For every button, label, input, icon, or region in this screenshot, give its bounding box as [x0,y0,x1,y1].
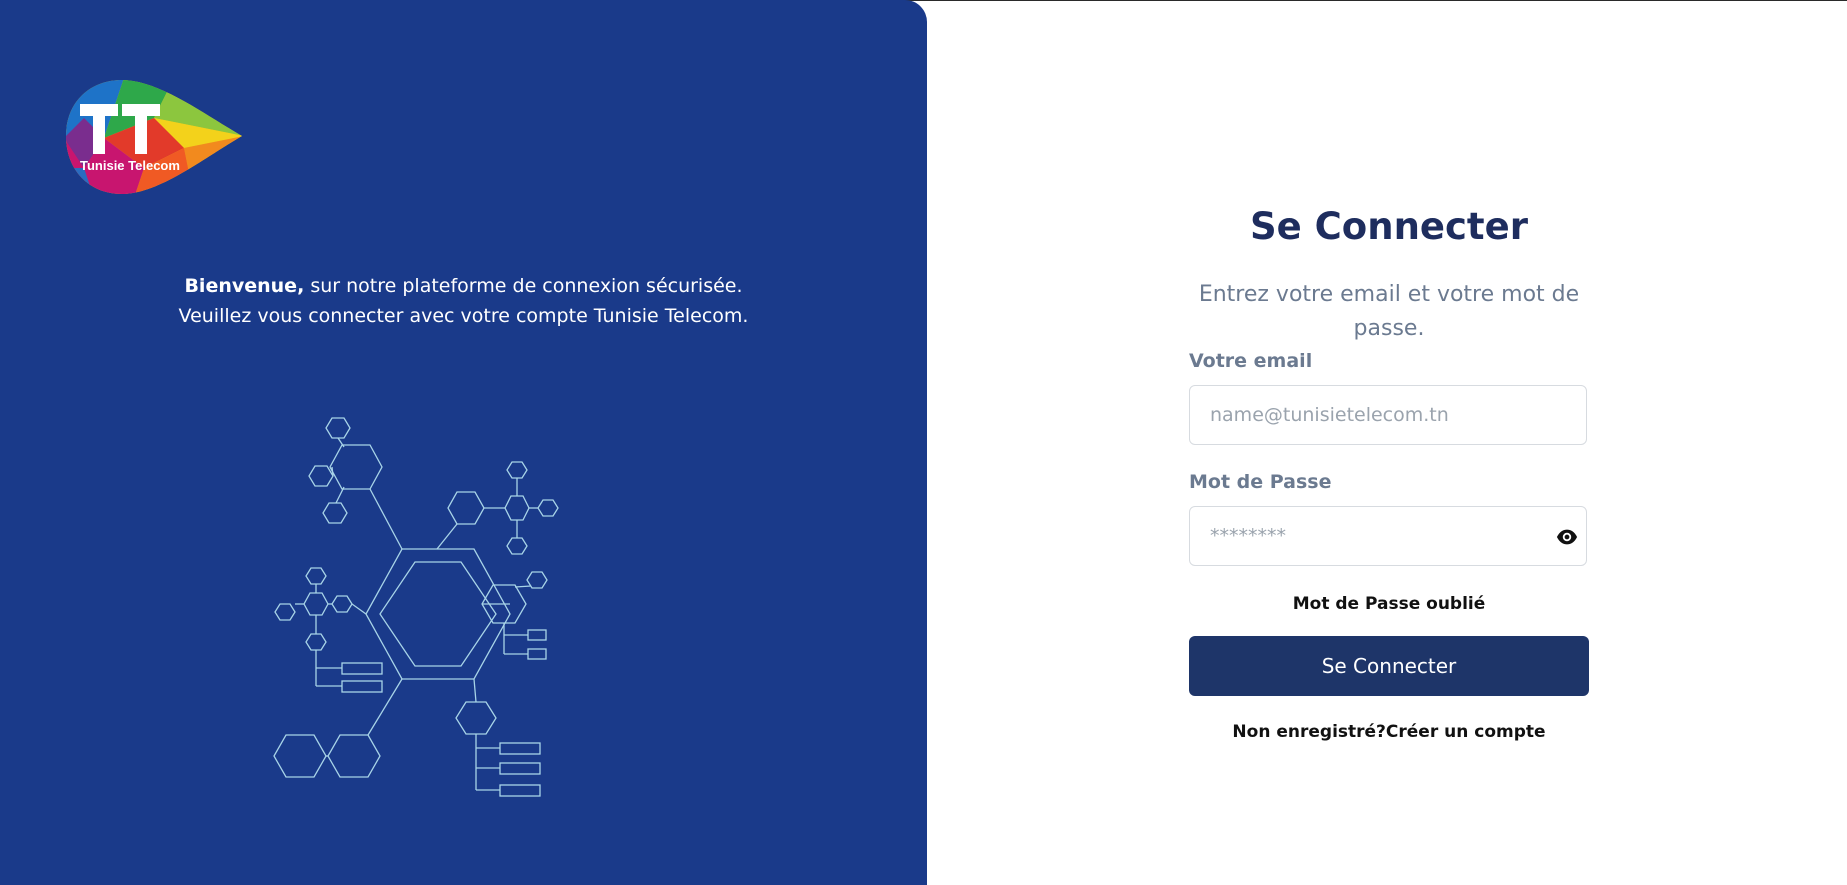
email-field[interactable] [1190,386,1550,444]
email-field-wrapper [1189,385,1587,445]
password-field[interactable] [1190,507,1550,565]
eye-icon[interactable] [1556,526,1578,548]
password-field-wrapper [1189,506,1587,566]
email-label: Votre email [1189,350,1313,372]
tunisie-telecom-logo: Tunisie Telecom [66,80,242,194]
welcome-message: Bienvenue, sur notre plateforme de conne… [0,271,927,331]
brand-panel: Tunisie Telecom Bienvenue, sur notre pla… [0,0,927,885]
network-illustration [273,417,559,797]
welcome-bold: Bienvenue, [184,275,305,297]
welcome-line-1: Bienvenue, sur notre plateforme de conne… [0,271,927,301]
register-link[interactable]: Non enregistré?Créer un compte [1189,722,1589,742]
login-title: Se Connecter [1250,205,1528,248]
welcome-line-2: Veuillez vous connecter avec votre compt… [178,305,749,327]
login-button[interactable]: Se Connecter [1189,636,1589,696]
logo-text: Tunisie Telecom [80,158,180,173]
welcome-line-1-rest: sur notre plateforme de connexion sécuri… [304,275,743,297]
password-label: Mot de Passe [1189,471,1332,493]
forgot-password-link[interactable]: Mot de Passe oublié [1189,594,1589,614]
login-subtitle: Entrez votre email et votre mot de passe… [1198,282,1580,341]
